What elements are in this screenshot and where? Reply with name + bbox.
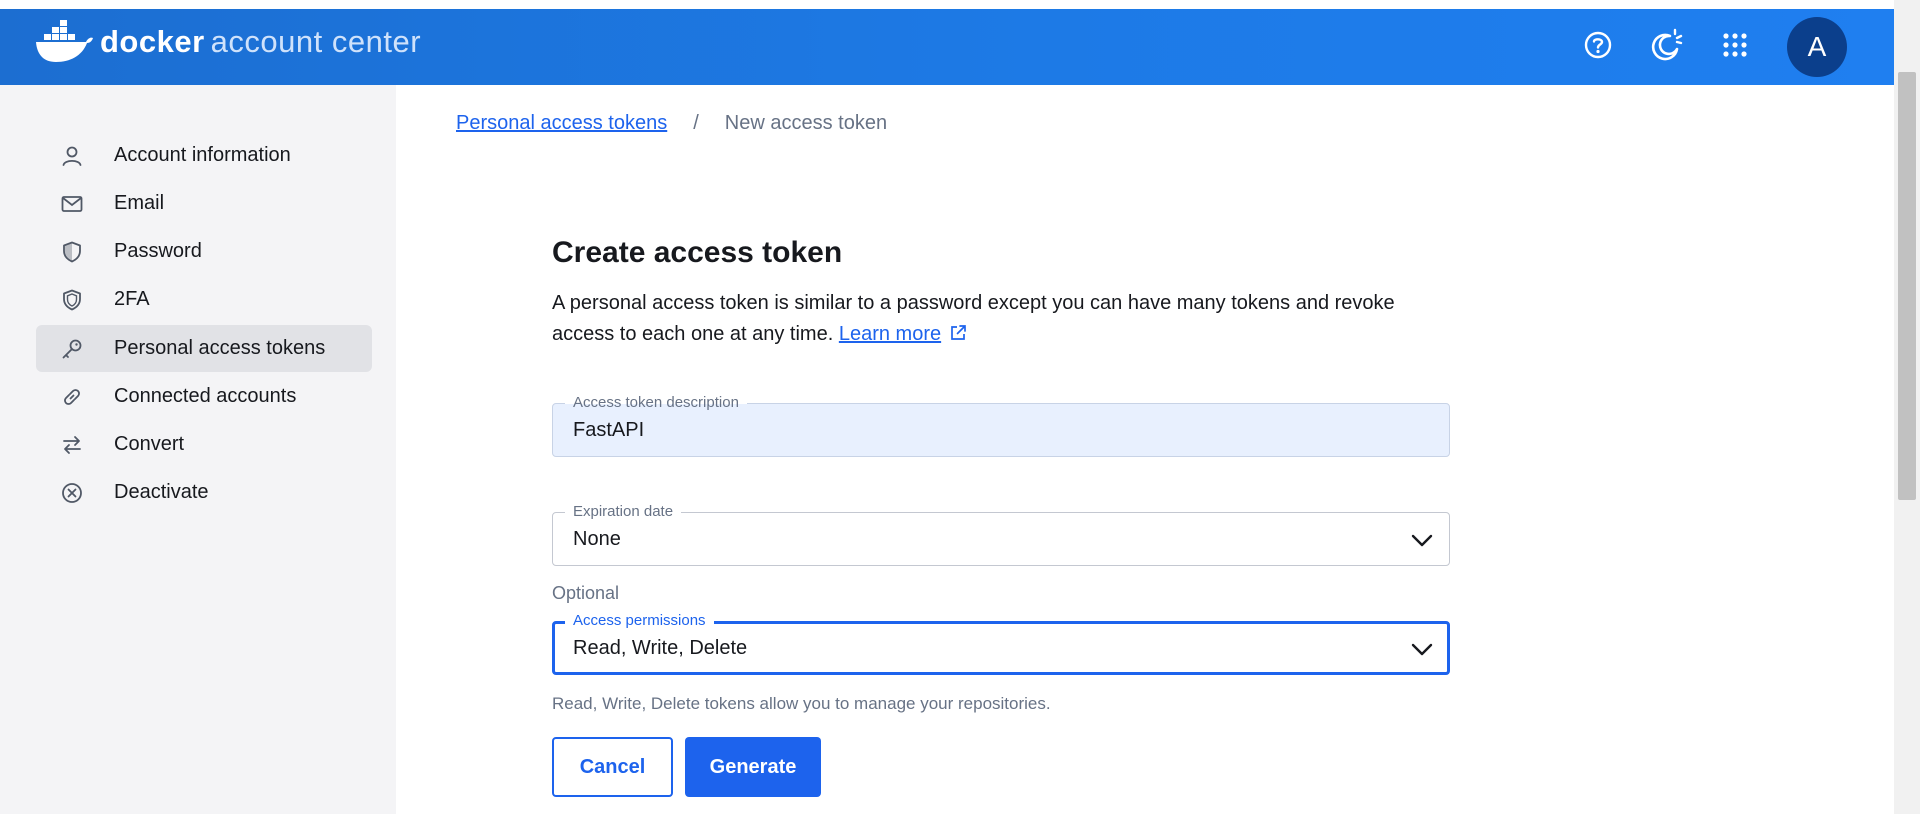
brand-name: docker [100,24,205,59]
link-icon [58,383,86,411]
access-token-description-field[interactable]: Access token description FastAPI [552,394,1450,457]
docker-logo[interactable]: docker account center [34,15,421,69]
sidebar-item-deactivate[interactable]: Deactivate [36,469,372,516]
docker-whale-icon [36,20,93,62]
user-icon [58,142,86,170]
page-scrollbar[interactable] [1894,0,1920,814]
sidebar-item-label: 2FA [114,288,150,310]
top-strip [0,0,1894,9]
swap-icon [58,431,86,459]
sidebar-item-personal-access-tokens[interactable]: Personal access tokens [36,325,372,372]
external-link-icon [950,325,966,340]
sidebar-item-email[interactable]: Email [36,180,372,227]
sidebar-item-label: Connected accounts [114,385,297,407]
breadcrumb-separator: / [693,112,699,134]
access-token-description-input[interactable]: FastAPI [573,419,644,442]
field-label: Expiration date [565,503,682,521]
sidebar-item-convert[interactable]: Convert [36,421,372,468]
key-icon [58,335,86,363]
cancel-button[interactable]: Cancel [552,737,673,797]
breadcrumb-link-personal-access-tokens[interactable]: Personal access tokens [456,112,667,135]
sidebar-item-label: Account information [114,144,291,166]
access-permissions-select[interactable]: Access permissions Read, Write, Delete [552,612,1450,675]
sidebar-item-label: Deactivate [114,481,209,503]
chevron-down-icon [1411,643,1433,656]
breadcrumb: Personal access tokens / New access toke… [456,112,887,135]
sidebar-item-label: Password [114,240,202,262]
theme-toggle-icon[interactable] [1648,27,1684,63]
sidebar-item-2fa[interactable]: 2FA [36,276,372,323]
learn-more-link[interactable]: Learn more [839,323,941,345]
sidebar-item-connected-accounts[interactable]: Connected accounts [36,373,372,420]
generate-button[interactable]: Generate [685,737,821,797]
user-avatar[interactable]: A [1787,17,1847,77]
shield-icon [58,238,86,266]
page-title: Create access token [552,236,843,269]
description-text: A personal access token is similar to a … [552,292,1395,345]
expiration-date-value: None [573,528,621,550]
top-header: docker account center A [0,9,1894,85]
expiration-date-select[interactable]: Expiration date None [552,503,1450,566]
permissions-helper-text: Read, Write, Delete tokens allow you to … [552,694,1051,713]
field-label: Access permissions [565,612,714,630]
shield-icon [58,286,86,314]
sidebar-item-label: Email [114,192,165,214]
scrollbar-thumb[interactable] [1898,72,1916,500]
circle-x-icon [58,479,86,507]
sidebar: Account information Email Password 2FA P… [0,85,396,814]
expiration-helper-text: Optional [552,583,620,603]
apps-grid-icon[interactable] [1717,27,1753,63]
help-icon[interactable] [1580,27,1616,63]
breadcrumb-current: New access token [724,112,888,134]
sidebar-item-password[interactable]: Password [36,228,372,275]
sidebar-item-label: Convert [114,433,185,455]
product-name: account center [210,24,422,59]
avatar-initial: A [1807,31,1827,62]
access-permissions-value: Read, Write, Delete [573,637,748,659]
chevron-down-icon [1411,534,1433,547]
sidebar-item-label: Personal access tokens [114,337,326,359]
sidebar-item-account-information[interactable]: Account information [36,132,372,179]
field-label: Access token description [565,394,747,412]
mail-icon [58,190,86,218]
page-description: A personal access token is similar to a … [552,288,1452,350]
